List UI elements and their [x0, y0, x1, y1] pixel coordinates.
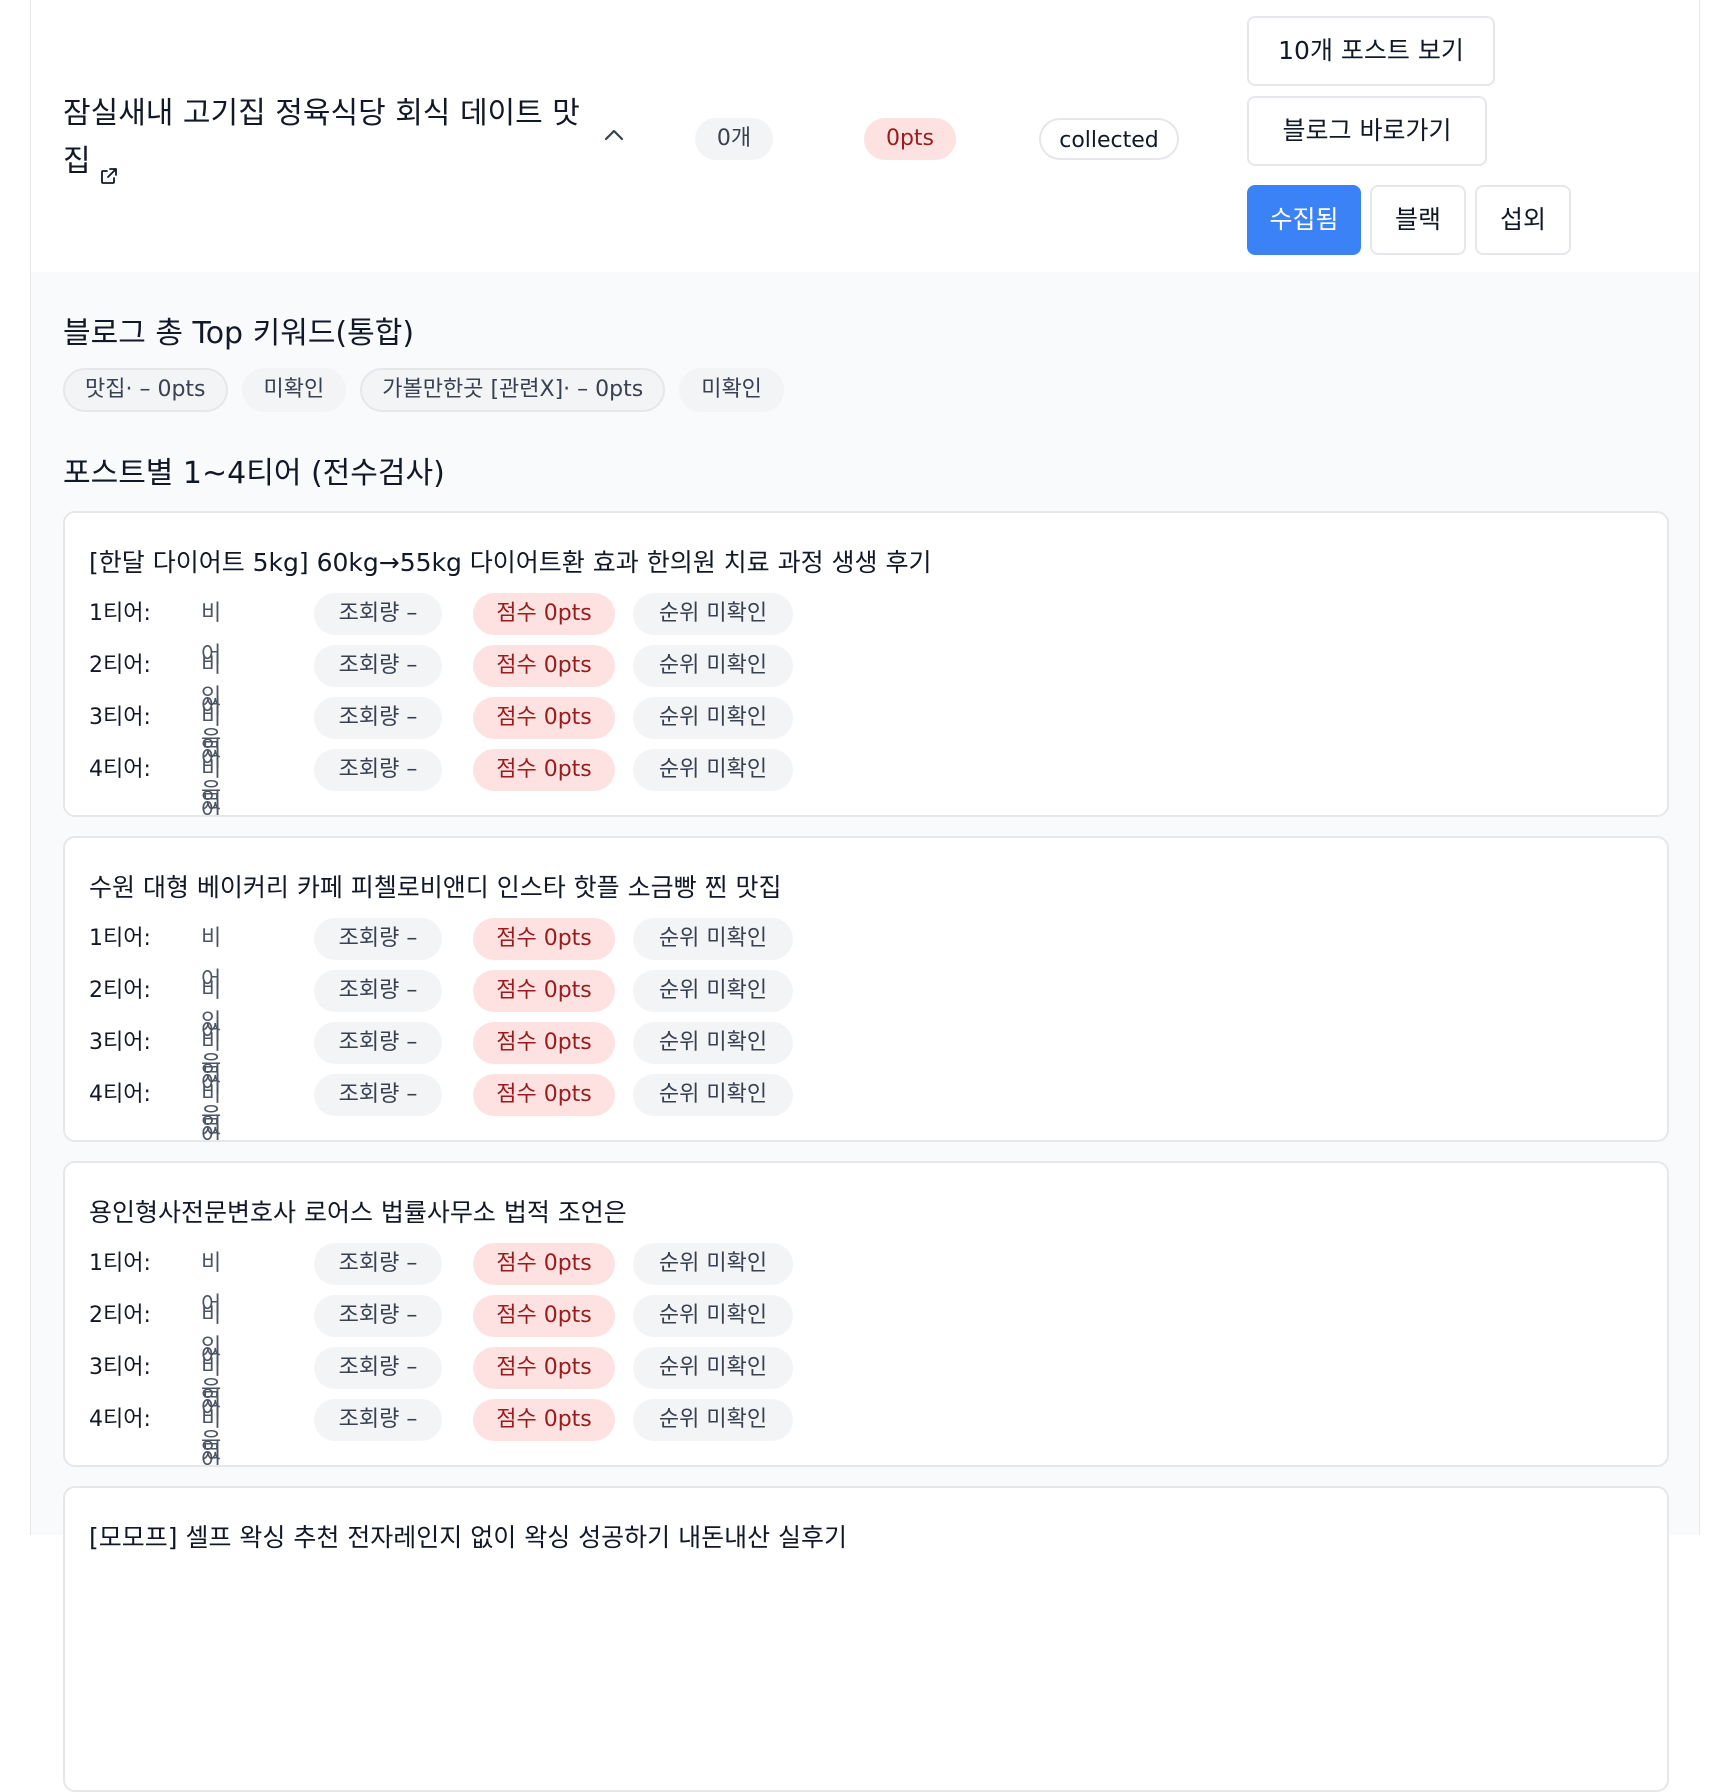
tier-value: 비어있음 — [201, 757, 222, 817]
views-tag: 조회량 – — [314, 918, 442, 960]
views-tag: 조회량 – — [314, 1022, 442, 1064]
keyword-status-chip: 미확인 — [241, 368, 347, 412]
post-title: 수원 대형 베이커리 카페 피첼로비앤디 인스타 핫플 소금빵 찐 맛집 — [89, 873, 782, 902]
rank-tag: 순위 미확인 — [633, 918, 793, 960]
chevron-up-icon[interactable] — [601, 122, 627, 148]
post-count-badge: 0개 — [695, 118, 773, 160]
score-tag: 점수 0pts — [473, 697, 615, 739]
score-tag: 점수 0pts — [473, 749, 615, 791]
views-tag: 조회량 – — [314, 697, 442, 739]
top-keywords-list: 맛집· – 0pts 미확인 가볼만한곳 [관련X]· – 0pts 미확인 — [63, 368, 784, 412]
tier-label: 4티어: — [89, 1082, 151, 1107]
rank-tag: 순위 미확인 — [633, 1295, 793, 1337]
views-tag: 조회량 – — [314, 1295, 442, 1337]
tier-label: 3티어: — [89, 705, 151, 730]
rank-tag: 순위 미확인 — [633, 1022, 793, 1064]
rank-tag: 순위 미확인 — [633, 1347, 793, 1389]
rank-tag: 순위 미확인 — [633, 749, 793, 791]
rank-tag: 순위 미확인 — [633, 1243, 793, 1285]
score-tag: 점수 0pts — [473, 1074, 615, 1116]
top-keywords-title: 블로그 총 Top 키워드(통합) — [63, 316, 415, 351]
post-card: 수원 대형 베이커리 카페 피첼로비앤디 인스타 핫플 소금빵 찐 맛집 1티어:… — [63, 836, 1669, 1142]
views-tag: 조회량 – — [314, 1347, 442, 1389]
blog-row-header: 잠실새내 고기집 정육식당 회식 데이트 맛집 0개 0pts collecte… — [31, 0, 1699, 272]
tier-label: 4티어: — [89, 1407, 151, 1432]
keyword-chip: 가볼만한곳 [관련X]· – 0pts — [360, 368, 666, 412]
tier-section-title: 포스트별 1~4티어 (전수검사) — [63, 456, 445, 491]
score-tag: 점수 0pts — [473, 1295, 615, 1337]
views-tag: 조회량 – — [314, 1074, 442, 1116]
tier-value: 비어있음 — [201, 1407, 222, 1467]
rank-tag: 순위 미확인 — [633, 593, 793, 635]
keyword-chip: 맛집· – 0pts — [63, 368, 228, 412]
score-tag: 점수 0pts — [473, 918, 615, 960]
blog-detail-panel: 블로그 총 Top 키워드(통합) 맛집· – 0pts 미확인 가볼만한곳 [… — [31, 272, 1699, 1792]
keyword-status-chip: 미확인 — [679, 368, 784, 412]
tier-label: 3티어: — [89, 1355, 151, 1380]
post-title: 용인형사전문변호사 로어스 법률사무소 법적 조언은 — [89, 1198, 627, 1227]
tier-label: 4티어: — [89, 757, 151, 782]
go-to-blog-button[interactable]: 블로그 바로가기 — [1247, 96, 1487, 166]
score-tag: 점수 0pts — [473, 593, 615, 635]
post-card: 용인형사전문변호사 로어스 법률사무소 법적 조언은 1티어: 비어있음 조회량 – 점… — [63, 1161, 1669, 1467]
right-border — [1699, 0, 1710, 1535]
rank-tag: 순위 미확인 — [633, 1399, 793, 1441]
tier-label: 2티어: — [89, 978, 151, 1003]
collected-button[interactable]: 수집됨 — [1247, 185, 1361, 255]
rank-tag: 순위 미확인 — [633, 1074, 793, 1116]
points-badge: 0pts — [864, 118, 956, 160]
post-title: [한달 다이어트 5kg] 60kg→55kg 다이어트환 효과 한의원 치료 … — [89, 548, 932, 577]
views-tag: 조회량 – — [314, 645, 442, 687]
score-tag: 점수 0pts — [473, 1399, 615, 1441]
views-tag: 조회량 – — [314, 749, 442, 791]
views-tag: 조회량 – — [314, 593, 442, 635]
score-tag: 점수 0pts — [473, 970, 615, 1012]
tier-label: 1티어: — [89, 926, 151, 951]
blog-title[interactable]: 잠실새내 고기집 정육식당 회식 데이트 맛집 — [63, 90, 583, 186]
post-card: [한달 다이어트 5kg] 60kg→55kg 다이어트환 효과 한의원 치료 … — [63, 511, 1669, 817]
views-tag: 조회량 – — [314, 1243, 442, 1285]
rank-tag: 순위 미확인 — [633, 645, 793, 687]
rank-tag: 순위 미확인 — [633, 697, 793, 739]
rank-tag: 순위 미확인 — [633, 970, 793, 1012]
post-card: [모모프] 셀프 왁싱 추천 전자레인지 없이 왁싱 성공하기 내돈내산 실후기 — [63, 1486, 1669, 1792]
left-border — [0, 0, 31, 1535]
score-tag: 점수 0pts — [473, 1022, 615, 1064]
score-tag: 점수 0pts — [473, 1347, 615, 1389]
post-title: [모모프] 셀프 왁싱 추천 전자레인지 없이 왁싱 성공하기 내돈내산 실후기 — [89, 1523, 848, 1552]
blog-title-text[interactable]: 잠실새내 고기집 정육식당 회식 데이트 맛집 — [63, 96, 580, 179]
external-link-icon[interactable] — [99, 153, 119, 184]
outreach-button[interactable]: 섭외 — [1475, 185, 1571, 255]
views-tag: 조회량 – — [314, 970, 442, 1012]
view-posts-button[interactable]: 10개 포스트 보기 — [1247, 16, 1495, 86]
tier-label: 2티어: — [89, 653, 151, 678]
score-tag: 점수 0pts — [473, 645, 615, 687]
tier-label: 3티어: — [89, 1030, 151, 1055]
status-badge: collected — [1039, 118, 1179, 160]
tier-value: 비어있음 — [201, 1082, 222, 1142]
tier-label: 2티어: — [89, 1303, 151, 1328]
views-tag: 조회량 – — [314, 1399, 442, 1441]
blacklist-button[interactable]: 블랙 — [1370, 185, 1466, 255]
tier-label: 1티어: — [89, 601, 151, 626]
score-tag: 점수 0pts — [473, 1243, 615, 1285]
tier-label: 1티어: — [89, 1251, 151, 1276]
